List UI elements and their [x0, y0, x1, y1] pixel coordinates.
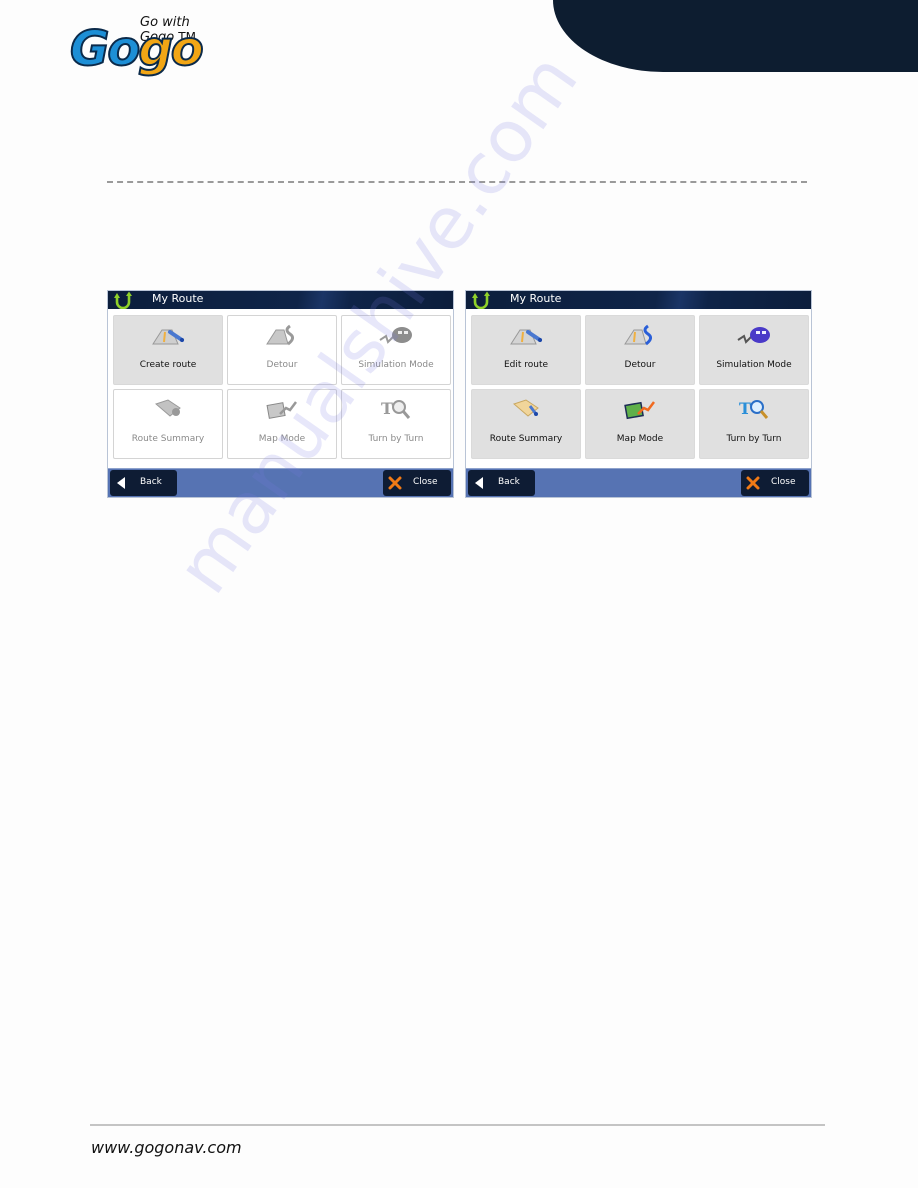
- edit-route-button[interactable]: Edit route: [471, 315, 581, 385]
- route-summary-button[interactable]: Route Summary: [113, 389, 223, 459]
- create-route-icon: [152, 329, 184, 345]
- turn-by-turn-icon: T: [739, 399, 769, 419]
- simulation-car-icon: [737, 327, 770, 344]
- panel-header: My Route: [466, 291, 811, 309]
- panel-title: My Route: [510, 292, 562, 305]
- detour-button[interactable]: Detour: [585, 315, 695, 385]
- panel-title: My Route: [152, 292, 204, 305]
- footer-divider: [90, 1124, 825, 1126]
- simulation-mode-button[interactable]: Simulation Mode: [341, 315, 451, 385]
- back-arrow-icon: [117, 477, 125, 489]
- footer-url: www.gogonav.com: [91, 1138, 242, 1157]
- panel-footer-bar: Back Close: [466, 468, 811, 497]
- u-turn-icon: [114, 291, 132, 309]
- svg-text:T: T: [739, 399, 751, 418]
- route-summary-button[interactable]: Route Summary: [471, 389, 581, 459]
- turn-by-turn-button[interactable]: T Turn by Turn: [699, 389, 809, 459]
- my-route-screen-after: My Route Edit route Detour Simulation Mo…: [465, 290, 812, 498]
- my-route-screen-before: My Route Create route Detour Simulation …: [107, 290, 454, 498]
- simulation-car-icon: [379, 327, 412, 344]
- header-corner-decoration: [553, 0, 918, 72]
- detour-button[interactable]: Detour: [227, 315, 337, 385]
- dashed-divider: [107, 181, 807, 183]
- logo-wordmark: Gogo: [69, 21, 205, 77]
- map-mode-button[interactable]: Map Mode: [585, 389, 695, 459]
- route-summary-icon: [513, 399, 539, 417]
- panel-footer-bar: Back Close: [108, 468, 453, 497]
- close-x-icon: [388, 476, 402, 490]
- back-button[interactable]: Back: [110, 470, 177, 496]
- menu-grid: Edit route Detour Simulation Mode Route …: [471, 315, 809, 459]
- close-x-icon: [746, 476, 760, 490]
- turn-by-turn-button[interactable]: T Turn by Turn: [341, 389, 451, 459]
- back-arrow-icon: [475, 477, 483, 489]
- back-button[interactable]: Back: [468, 470, 535, 496]
- map-mode-icon: [624, 401, 655, 420]
- detour-icon: [266, 324, 295, 346]
- panel-header: My Route: [108, 291, 453, 309]
- menu-grid: Create route Detour Simulation Mode Rout…: [113, 315, 451, 459]
- create-route-button[interactable]: Create route: [113, 315, 223, 385]
- detour-icon: [624, 324, 653, 346]
- svg-text:T: T: [381, 399, 393, 418]
- close-button[interactable]: Close: [383, 470, 451, 496]
- turn-by-turn-icon: T: [381, 399, 411, 419]
- gogo-logo: Go with Gogo TM Gogo: [69, 8, 240, 77]
- edit-route-icon: [510, 329, 542, 345]
- route-summary-icon: [155, 399, 181, 417]
- close-button[interactable]: Close: [741, 470, 809, 496]
- simulation-mode-button[interactable]: Simulation Mode: [699, 315, 809, 385]
- map-mode-icon: [266, 401, 297, 419]
- u-turn-icon: [472, 291, 490, 309]
- map-mode-button[interactable]: Map Mode: [227, 389, 337, 459]
